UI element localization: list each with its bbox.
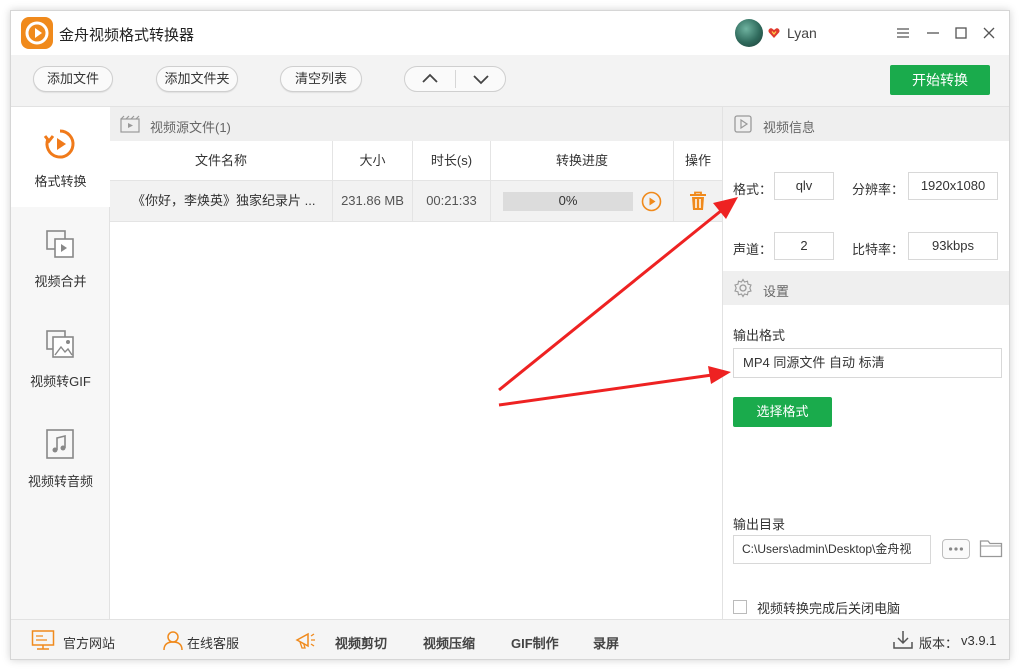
sidebar-item-video-merge[interactable]: 视频合并 [11,207,110,307]
maximize-icon[interactable] [949,21,973,45]
merge-icon [46,230,74,258]
file-name: 《你好，李焕英》独家纪录片 ... [110,181,333,221]
right-panel: 视频信息 格式： qlv 分辨率： 1920x1080 声道： 2 比特率： 9… [722,107,1009,619]
video-source-icon [120,115,140,133]
sidebar-item-video-to-audio[interactable]: 视频转音频 [11,407,110,507]
shutdown-checkbox[interactable] [733,600,747,614]
video-info-header: 视频信息 [723,107,1009,141]
column-header-size: 大小 [333,141,413,181]
version-number: v3.9.1 [961,633,997,648]
minimize-icon[interactable] [921,21,945,45]
channels-label: 声道： [733,242,773,257]
folder-icon[interactable] [979,537,1003,559]
sidebar-item-label: 视频转GIF [30,374,91,389]
file-count-label: 视频源文件(1) [150,120,231,135]
video-info-title: 视频信息 [763,120,816,135]
format-label: 格式： [733,182,773,197]
user-name[interactable]: Lyan [787,25,817,41]
column-header-actions: 操作 [684,153,711,168]
actions-cell [674,181,722,221]
bitrate-value: 93kbps [908,232,998,260]
footer: 官方网站 在线客服 视频剪切 视频压缩 GIF制作 录屏 版本： v3.9.1 [11,619,1009,659]
file-size: 231.86 MB [333,181,413,221]
audio-icon [46,429,74,459]
sidebar-item-video-to-gif[interactable]: 视频转GIF [11,307,110,407]
gif-maker-link[interactable]: GIF制作 [511,633,559,652]
table-row[interactable]: 《你好，李焕英》独家纪录片 ... 231.86 MB 00:21:33 0% [110,181,722,222]
video-info-icon [734,115,752,133]
file-duration: 00:21:33 [413,181,491,221]
progress-text: 0% [558,193,578,208]
column-header-name: 文件名称 [110,141,333,181]
channels-value: 2 [774,232,834,260]
app-window: 金舟视频格式转换器 Lyan 添加文件 添加文件夹 清空列表 开始转换 格式转换… [10,10,1010,660]
app-logo-icon [21,17,53,49]
sidebar: 格式转换 视频合并 视频转GIF 视频转音频 [11,107,110,619]
column-header-duration: 时长(s) [413,141,491,181]
bitrate-label: 比特率： [852,242,905,257]
file-list-header: 视频源文件(1) [110,107,722,141]
user-avatar[interactable] [735,19,763,47]
start-convert-button[interactable]: 开始转换 [890,65,990,95]
move-buttons [404,66,506,92]
sidebar-item-label: 格式转换 [34,174,87,189]
play-icon[interactable] [641,191,662,212]
move-up-icon[interactable] [405,67,455,91]
output-format-field[interactable]: MP4 同源文件 自动 标清 [733,348,1002,378]
customer-service-icon [163,631,183,651]
resolution-label: 分辨率： [852,182,905,197]
format-value: qlv [774,172,834,200]
table-header: 文件名称 大小 时长(s) 转换进度 操作 [110,141,722,181]
title-bar: 金舟视频格式转换器 Lyan [11,11,1009,55]
convert-icon [43,129,75,159]
file-list-panel: 视频源文件(1) 文件名称 大小 时长(s) 转换进度 操作 《你好，李焕英》独… [110,107,722,619]
megaphone-icon [295,632,315,649]
progress-cell: 0% [491,181,674,221]
output-dir-field[interactable]: C:\Users\admin\Desktop\金舟视 [733,535,931,564]
gear-icon [734,278,752,298]
video-cut-link[interactable]: 视频剪切 [335,633,387,652]
menu-icon[interactable] [891,21,915,45]
version-label: 版本： [919,636,959,651]
select-format-button[interactable]: 选择格式 [733,397,832,427]
move-down-icon[interactable] [456,67,506,91]
video-compress-link[interactable]: 视频压缩 [423,633,475,652]
screen-record-link[interactable]: 录屏 [593,633,619,652]
trash-icon[interactable] [687,190,709,212]
sidebar-item-label: 视频合并 [34,274,87,289]
close-icon[interactable] [977,21,1001,45]
monitor-icon [31,630,55,650]
sidebar-item-label: 视频转音频 [27,474,93,489]
download-icon[interactable] [891,629,915,651]
gif-icon [46,330,74,358]
sidebar-item-format-convert[interactable]: 格式转换 [11,107,110,207]
app-title: 金舟视频格式转换器 [59,27,195,44]
settings-title: 设置 [763,284,790,299]
more-options-icon[interactable] [942,539,970,559]
column-header-progress: 转换进度 [491,141,674,181]
output-dir-label: 输出目录 [733,517,786,532]
shutdown-label: 视频转换完成后关闭电脑 [757,601,901,616]
add-folder-button[interactable]: 添加文件夹 [156,66,238,92]
add-file-button[interactable]: 添加文件 [33,66,113,92]
official-website-link[interactable]: 官方网站 [63,633,115,652]
output-format-label: 输出格式 [733,328,786,343]
resolution-value: 1920x1080 [908,172,998,200]
clear-list-button[interactable]: 清空列表 [280,66,362,92]
toolbar: 添加文件 添加文件夹 清空列表 开始转换 [11,55,1009,107]
settings-header: 设置 [723,271,1009,305]
online-service-link[interactable]: 在线客服 [187,633,239,652]
vip-heart-icon [768,28,780,38]
